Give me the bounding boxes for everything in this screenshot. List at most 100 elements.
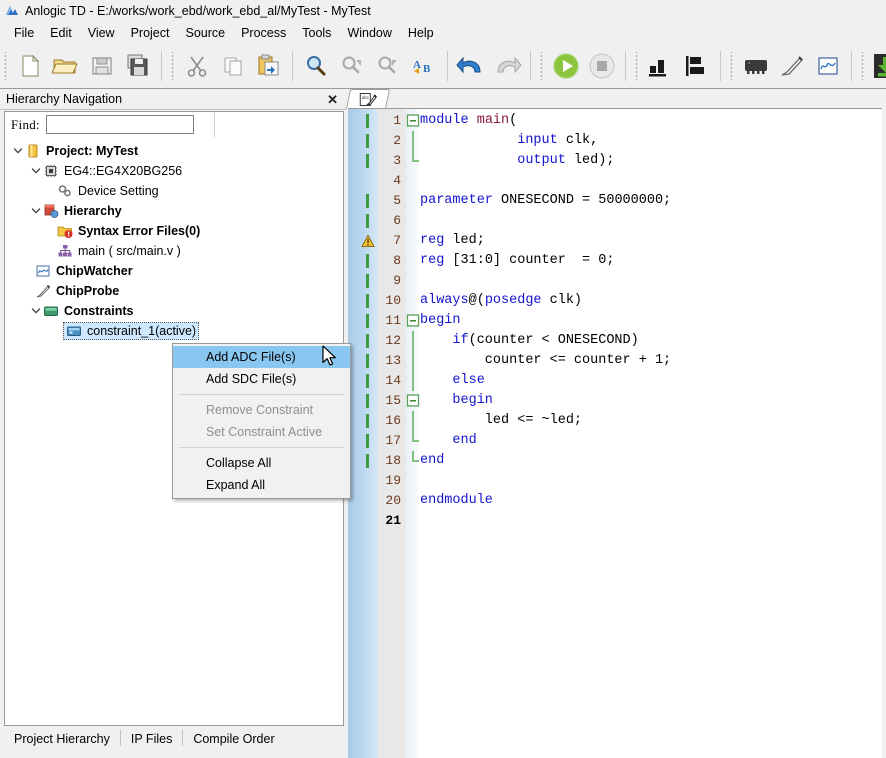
editor-change-gutter <box>348 109 378 758</box>
fold-collapse-icon[interactable] <box>406 111 420 131</box>
tab-compile-order[interactable]: Compile Order <box>183 730 284 746</box>
menu-item-add-sdc-files[interactable]: Add SDC File(s) <box>173 368 350 390</box>
find-next-icon[interactable] <box>370 47 406 85</box>
device-chip-icon[interactable] <box>738 47 774 85</box>
save-all-icon[interactable] <box>120 47 156 85</box>
code-editor[interactable]: 1 2 3 4 5 6 7 8 9 10 11 12 13 14 15 16 17 18 19 20 21 module… <box>348 108 884 758</box>
code-line[interactable]: input clk, <box>420 131 598 151</box>
close-icon[interactable]: ✕ <box>325 93 340 106</box>
chevron-down-icon[interactable] <box>11 141 25 161</box>
code-line[interactable]: module main( <box>420 111 517 131</box>
code-line[interactable]: end <box>420 451 444 471</box>
layout-icon[interactable] <box>679 47 715 85</box>
open-folder-icon[interactable] <box>48 47 84 85</box>
tab-project-hierarchy[interactable]: Project Hierarchy <box>4 730 121 746</box>
code-token: endmodule <box>420 493 493 508</box>
paste-icon[interactable] <box>251 47 287 85</box>
code-token: begin <box>420 313 461 328</box>
tree-item-main-module[interactable]: main ( src/main.v ) <box>5 241 343 261</box>
code-token: output <box>517 153 566 168</box>
line-number: 17 <box>385 433 401 448</box>
code-line[interactable]: reg led; <box>420 231 485 251</box>
code-line[interactable]: end <box>420 431 476 451</box>
change-bar <box>366 274 369 288</box>
menu-view[interactable]: View <box>80 24 123 42</box>
tree-item-label: Hierarchy <box>64 204 122 218</box>
menu-tools[interactable]: Tools <box>294 24 339 42</box>
tab-ip-files[interactable]: IP Files <box>121 730 184 746</box>
tree-item-device-setting[interactable]: Device Setting <box>5 181 343 201</box>
menu-process[interactable]: Process <box>233 24 294 42</box>
stop-icon[interactable] <box>584 47 620 85</box>
menu-help[interactable]: Help <box>400 24 442 42</box>
editor-tab-mainv[interactable]: abc <box>345 89 391 109</box>
fold-collapse-icon[interactable] <box>406 391 420 411</box>
tree-item-label: main ( src/main.v ) <box>78 244 181 258</box>
tree-item-label: Device Setting <box>78 184 159 198</box>
download-icon[interactable] <box>869 47 886 85</box>
tree-item-device[interactable]: EG4::EG4X20BG256 <box>5 161 343 181</box>
find-previous-icon[interactable] <box>334 47 370 85</box>
code-line[interactable]: output led); <box>420 151 614 171</box>
code-line[interactable]: always@(posedge clk) <box>420 291 582 311</box>
menu-project[interactable]: Project <box>123 24 178 42</box>
code-token: reg <box>420 233 445 248</box>
menu-item-expand-all[interactable]: Expand All <box>173 474 350 496</box>
find-icon[interactable] <box>298 47 334 85</box>
find-input[interactable] <box>45 115 194 134</box>
code-line[interactable]: endmodule <box>420 491 493 511</box>
menu-window[interactable]: Window <box>339 24 399 42</box>
chevron-down-icon[interactable] <box>29 301 43 321</box>
code-line[interactable]: else <box>420 371 484 391</box>
code-token: led; <box>444 233 485 248</box>
cut-icon[interactable] <box>179 47 215 85</box>
fold-collapse-icon[interactable] <box>406 311 420 331</box>
toolbar-grip[interactable] <box>859 52 867 80</box>
toolbar-grip[interactable] <box>633 52 641 80</box>
tree-item-chipwatcher[interactable]: ChipWatcher <box>5 261 343 281</box>
line-number: 16 <box>385 413 401 428</box>
menu-file[interactable]: File <box>6 24 42 42</box>
tree-item-syntax-error-files[interactable]: Syntax Error Files(0) <box>5 221 343 241</box>
code-line[interactable]: if(counter < ONESECOND) <box>420 331 639 351</box>
editor-text-area[interactable]: module main( input clk, output led); para… <box>420 109 884 758</box>
code-line[interactable]: reg [31:0] counter = 0; <box>420 251 614 271</box>
new-file-icon[interactable] <box>12 47 48 85</box>
menu-item-collapse-all[interactable]: Collapse All <box>173 452 350 474</box>
source-file-edit-icon: abc <box>359 92 377 108</box>
chipprobe-pen-icon[interactable] <box>774 47 810 85</box>
toolbar-grip[interactable] <box>538 52 546 80</box>
menu-source[interactable]: Source <box>177 24 233 42</box>
tree-item-label: Project: MyTest <box>46 144 139 158</box>
report-chart-icon[interactable] <box>643 47 679 85</box>
code-line[interactable]: parameter ONESECOND = 50000000; <box>420 191 671 211</box>
toolbar-grip[interactable] <box>169 52 177 80</box>
replace-icon[interactable]: A B <box>406 47 442 85</box>
tree-item-project[interactable]: Project: MyTest <box>5 141 343 161</box>
code-line[interactable]: led <= ~led; <box>420 411 582 431</box>
tree-item-label: Syntax Error Files(0) <box>78 224 201 238</box>
undo-icon[interactable] <box>453 47 489 85</box>
copy-icon[interactable] <box>215 47 251 85</box>
tree-item-hierarchy[interactable]: Hierarchy <box>5 201 343 221</box>
code-line[interactable]: begin <box>420 391 493 411</box>
tree-item-constraints[interactable]: Constraints <box>5 301 343 321</box>
save-icon[interactable] <box>84 47 120 85</box>
menu-edit[interactable]: Edit <box>42 24 80 42</box>
code-token: (counter < ONESECOND) <box>468 333 639 348</box>
tree-item-chipprobe[interactable]: ChipProbe <box>5 281 343 301</box>
change-bar <box>366 154 369 168</box>
tree-item-constraint-1[interactable]: constraint_1(active) <box>5 321 343 341</box>
code-line[interactable]: counter <= counter + 1; <box>420 351 671 371</box>
menu-item-remove-constraint: Remove Constraint <box>206 403 313 417</box>
run-icon[interactable] <box>548 47 584 85</box>
toolbar-grip[interactable] <box>728 52 736 80</box>
panel-title-bar: Hierarchy Navigation ✕ <box>0 89 346 110</box>
toolbar-grip[interactable] <box>2 52 10 80</box>
code-line[interactable]: begin <box>420 311 461 331</box>
chipwatcher-wave-icon[interactable] <box>810 47 846 85</box>
chevron-down-icon[interactable] <box>29 161 43 181</box>
chevron-down-icon[interactable] <box>29 201 43 221</box>
redo-icon[interactable] <box>489 47 525 85</box>
